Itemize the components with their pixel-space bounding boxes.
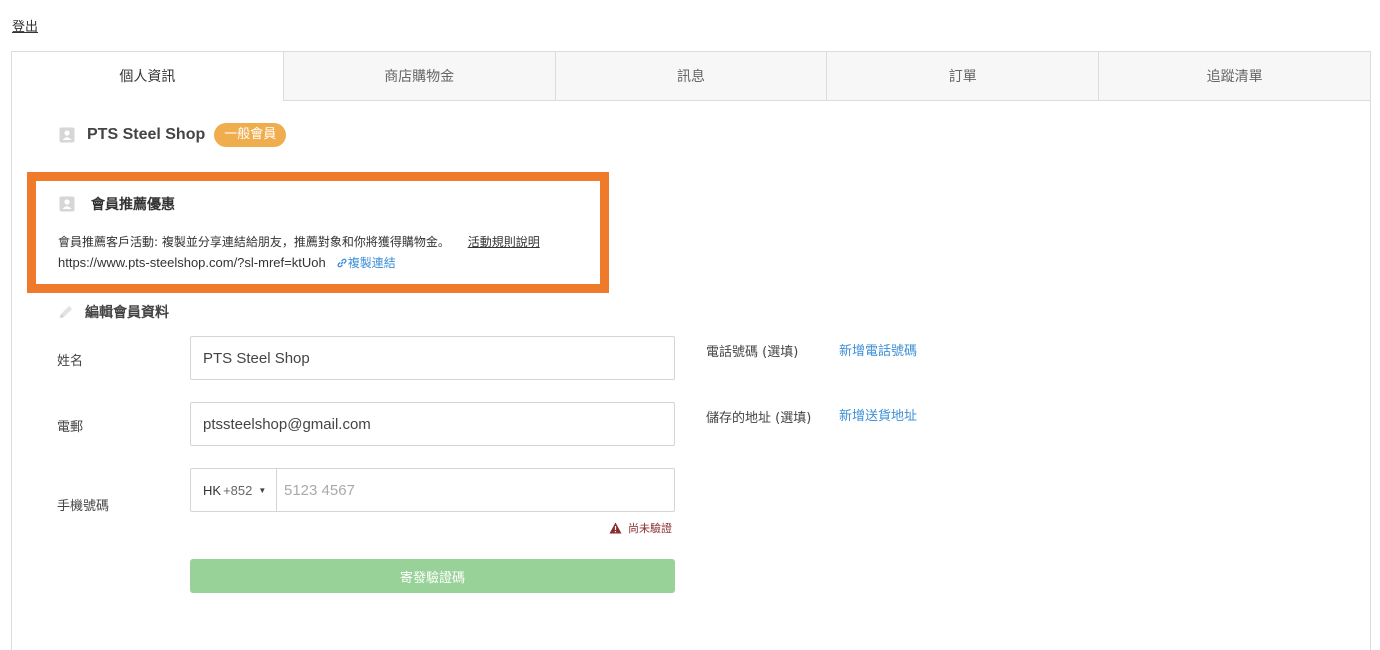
email-input[interactable] [190,402,675,446]
edit-profile-header: 編輯會員資料 [57,302,169,322]
unverified-text: 尚未驗證 [628,522,672,535]
country-code: HK [203,482,222,498]
add-phone-link[interactable]: 新增電話號碼 [839,340,917,359]
email-label: 電郵 [57,420,84,435]
profile-name: PTS Steel Shop [87,126,206,143]
mobile-label: 手機號碼 [57,499,110,514]
send-verification-button[interactable]: 寄發驗證碼 [190,559,675,593]
member-level-badge: 一般會員 [214,123,287,147]
pencil-icon [60,306,72,318]
address-optional-label: 儲存的地址 (選填) [706,411,812,426]
referral-title: 會員推薦優惠 [59,194,175,214]
country-code-select[interactable]: HK +852 ▼ [191,469,277,511]
referral-title-text: 會員推薦優惠 [91,197,175,213]
referral-box: 會員推薦優惠 會員推薦客戶活動: 複製並分享連結給朋友，推薦對象和你將獲得購物金… [27,172,609,293]
add-address-link[interactable]: 新增送貨地址 [839,405,917,424]
profile-header: PTS Steel Shop 一般會員 [59,123,287,147]
mobile-field: HK +852 ▼ [190,468,675,512]
caret-down-icon: ▼ [258,485,267,495]
member-panel: 個人資訊 商店購物金 訊息 訂單 追蹤清單 PTS Steel Shop 一般會… [11,51,1371,650]
contact-card-icon [59,127,75,143]
tab-messages[interactable]: 訊息 [554,52,827,101]
referral-description: 會員推薦客戶活動: 複製並分享連結給朋友，推薦對象和你將獲得購物金。 活動規則說… [58,233,540,250]
mobile-input[interactable] [277,469,674,511]
referral-url-row: https://www.pts-steelshop.com/?sl-mref=k… [58,254,396,271]
contact-card-icon [59,196,75,212]
referral-url: https://www.pts-steelshop.com/?sl-mref=k… [58,255,326,270]
referral-description-text: 會員推薦客戶活動: 複製並分享連結給朋友，推薦對象和你將獲得購物金。 [58,235,450,249]
name-input[interactable] [190,336,675,380]
name-label: 姓名 [57,354,84,369]
copy-link-button[interactable]: 複製連結 [336,254,396,271]
link-icon [337,258,347,267]
tab-bar: 個人資訊 商店購物金 訊息 訂單 追蹤清單 [12,52,1370,101]
edit-profile-title: 編輯會員資料 [85,305,169,321]
tab-store-credit[interactable]: 商店購物金 [282,52,555,101]
phone-optional-label: 電話號碼 (選填) [706,345,799,360]
logout-link[interactable]: 登出 [12,16,38,35]
tab-orders[interactable]: 訂單 [826,52,1099,101]
dial-code: +852 [223,482,253,498]
warning-icon [609,522,622,534]
tab-wishlist[interactable]: 追蹤清單 [1098,52,1370,101]
tab-personal-info[interactable]: 個人資訊 [12,52,283,101]
unverified-status: 尚未驗證 [609,520,672,536]
rules-link[interactable]: 活動規則說明 [468,235,540,249]
copy-link-label: 複製連結 [347,256,396,270]
